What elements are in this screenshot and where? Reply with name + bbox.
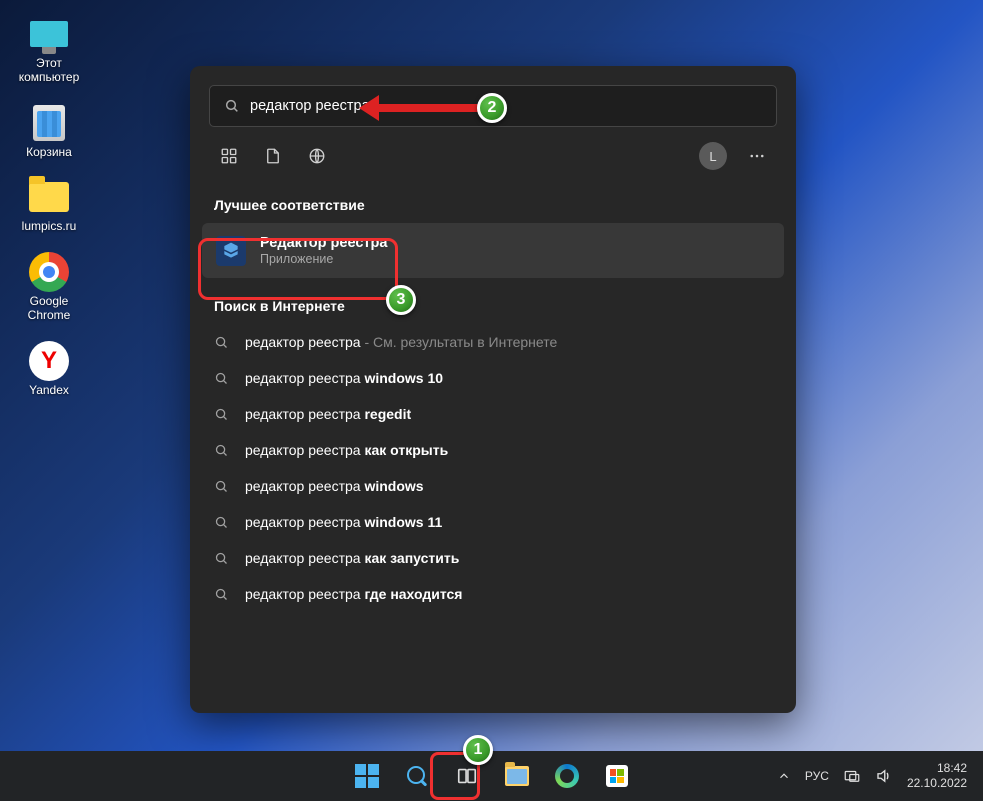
volume-icon[interactable] [875, 767, 893, 785]
desktop-icon-this-pc[interactable]: Этот компьютер [12, 14, 86, 85]
search-icon [214, 335, 229, 350]
language-indicator[interactable]: РУС [805, 769, 829, 783]
folder-icon [29, 182, 69, 212]
suggestion-text: редактор реестра как запустить [245, 550, 459, 566]
desktop-icon-yandex[interactable]: Y Yandex [12, 341, 86, 398]
web-search-suggestion[interactable]: редактор реестра windows 10 [190, 360, 796, 396]
regedit-icon [216, 236, 246, 266]
edge-icon [555, 764, 579, 788]
search-icon [214, 587, 229, 602]
desktop-label: Yandex [29, 384, 69, 398]
desktop-icon-chrome[interactable]: Google Chrome [12, 252, 86, 323]
best-match-title: Редактор реестра [260, 235, 387, 251]
suggestion-text: редактор реестра windows 10 [245, 370, 443, 386]
suggestion-text: редактор реестра как открыть [245, 442, 448, 458]
suggestion-text: редактор реестра regedit [245, 406, 411, 422]
web-search-suggestion[interactable]: редактор реестра regedit [190, 396, 796, 432]
time-label: 18:42 [907, 761, 967, 776]
more-icon [748, 147, 766, 165]
chevron-up-icon[interactable] [777, 769, 791, 783]
desktop-icons: Этот компьютер Корзина lumpics.ru Google… [12, 14, 86, 398]
explorer-icon [505, 766, 529, 786]
best-match-heading: Лучшее соответствие [190, 183, 796, 223]
taskbar-center [345, 755, 639, 797]
web-search-suggestion[interactable]: редактор реестра windows 11 [190, 504, 796, 540]
desktop-label: Корзина [26, 146, 72, 160]
search-icon [214, 515, 229, 530]
filter-documents[interactable] [253, 136, 293, 176]
search-icon [214, 551, 229, 566]
filter-bar: L [209, 129, 777, 183]
store-icon [606, 765, 628, 787]
search-icon [214, 407, 229, 422]
search-icon [214, 371, 229, 386]
desktop-label: lumpics.ru [22, 220, 77, 234]
web-search-suggestion[interactable]: редактор реестра где находится [190, 576, 796, 612]
filter-apps[interactable] [209, 136, 249, 176]
explorer-button[interactable] [495, 755, 539, 797]
search-icon [406, 765, 428, 787]
search-icon [224, 98, 240, 114]
apps-icon [220, 147, 238, 165]
task-view-button[interactable] [445, 755, 489, 797]
taskbar: РУС 18:42 22.10.2022 [0, 751, 983, 801]
web-search-suggestion[interactable]: редактор реестра как открыть [190, 432, 796, 468]
suggestion-text: редактор реестра где находится [245, 586, 462, 602]
edge-button[interactable] [545, 755, 589, 797]
desktop-icon-folder[interactable]: lumpics.ru [12, 177, 86, 234]
globe-icon [308, 147, 326, 165]
store-button[interactable] [595, 755, 639, 797]
user-avatar[interactable]: L [699, 142, 727, 170]
yandex-icon: Y [29, 341, 69, 381]
filter-web[interactable] [297, 136, 337, 176]
desktop-label: Этот компьютер [19, 57, 80, 85]
suggestion-text: редактор реестра windows [245, 478, 424, 494]
chrome-icon [29, 252, 69, 292]
bin-icon [33, 105, 65, 141]
best-match-result[interactable]: Редактор реестра Приложение [202, 223, 784, 278]
search-input[interactable] [250, 98, 762, 114]
search-button[interactable] [395, 755, 439, 797]
web-search-suggestion[interactable]: редактор реестра как запустить [190, 540, 796, 576]
network-icon[interactable] [843, 767, 861, 785]
search-icon [214, 443, 229, 458]
windows-logo-icon [355, 764, 379, 788]
date-label: 22.10.2022 [907, 776, 967, 791]
web-search-suggestion[interactable]: редактор реестра - См. результаты в Инте… [190, 324, 796, 360]
search-panel: L Лучшее соответствие Редактор реестра П… [190, 66, 796, 713]
suggestion-text: редактор реестра windows 11 [245, 514, 442, 530]
pc-icon [30, 21, 68, 47]
document-icon [264, 147, 282, 165]
start-button[interactable] [345, 755, 389, 797]
desktop-label: Google Chrome [28, 295, 71, 323]
web-search-suggestion[interactable]: редактор реестра windows [190, 468, 796, 504]
clock[interactable]: 18:42 22.10.2022 [907, 761, 967, 791]
search-box[interactable] [209, 85, 777, 127]
taskbar-tray: РУС 18:42 22.10.2022 [777, 751, 983, 801]
task-view-icon [456, 765, 478, 787]
search-icon [214, 479, 229, 494]
more-button[interactable] [737, 136, 777, 176]
suggestion-text: редактор реестра - См. результаты в Инте… [245, 334, 557, 350]
web-heading: Поиск в Интернете [190, 278, 796, 324]
best-match-subtitle: Приложение [260, 252, 387, 266]
desktop-icon-recycle-bin[interactable]: Корзина [12, 103, 86, 160]
